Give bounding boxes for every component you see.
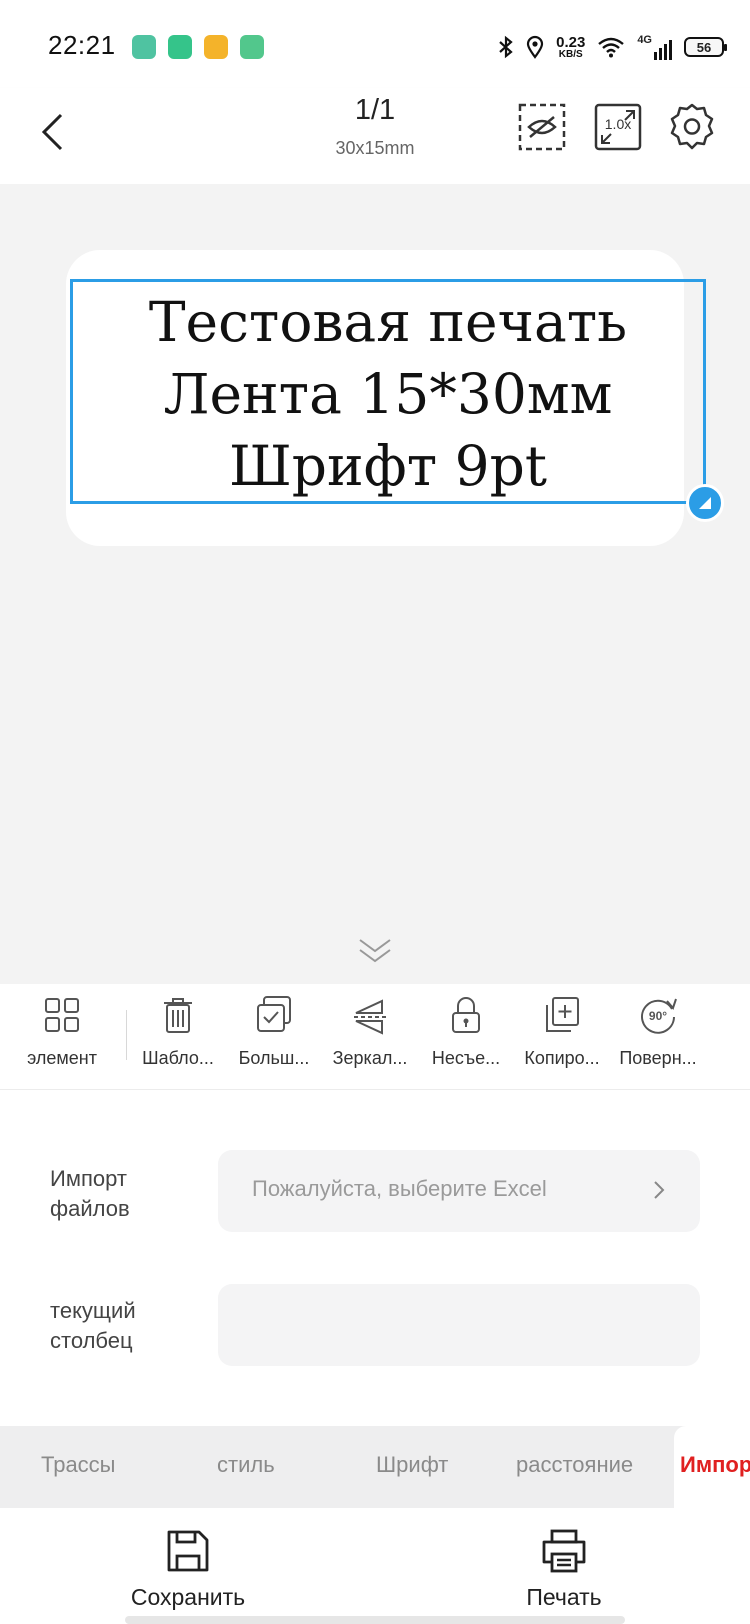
network-type: 4G — [637, 34, 652, 46]
floppy-disk-icon — [167, 1530, 209, 1572]
network-speed-value: 0.23 — [556, 33, 586, 51]
excel-select-placeholder: Пожалуйста, выберите Excel — [252, 1176, 547, 1201]
rotate-90-icon: 90° — [638, 992, 678, 1038]
print-button[interactable]: Печать — [506, 1528, 622, 1611]
battery-app-notification-icon — [240, 35, 264, 59]
network-speed-unit: KB/S — [558, 48, 583, 60]
element-toolbar: элемент Шабло... Больш... Зеркал... Несъ… — [0, 984, 750, 1090]
printer-icon — [542, 1529, 586, 1573]
status-indicators: 0.23 KB/S 4G 56 — [498, 30, 727, 64]
tool-label: элемент — [27, 1048, 97, 1068]
resize-handle[interactable] — [686, 484, 724, 522]
import-panel: Импорт файлов Пожалуйста, выберите Excel… — [0, 1090, 750, 1426]
battery-level: 56 — [696, 39, 712, 55]
label-line: Лента 15*30мм — [163, 362, 613, 426]
tab-spacing[interactable]: расстояние — [516, 1452, 633, 1478]
status-bar: 22:21 0.23 KB/S 4G 56 — [0, 0, 750, 88]
tool-label: Поверн... — [619, 1048, 697, 1068]
tools-notification-icon — [204, 35, 228, 59]
tab-import-label: Импор — [680, 1452, 750, 1477]
multi-select-icon — [254, 992, 294, 1038]
tool-lock[interactable]: Несъе... — [418, 992, 514, 1069]
gear-icon — [670, 103, 714, 150]
property-tabs: Трассы стиль Шрифт расстояние Импор — [0, 1426, 750, 1508]
trash-icon — [158, 992, 198, 1038]
save-button-label: Сохранить — [130, 1584, 246, 1610]
tool-label: Несъе... — [431, 1048, 501, 1068]
lock-icon — [446, 992, 486, 1038]
location-icon — [527, 35, 544, 59]
resize-icon — [699, 497, 711, 509]
home-indicator — [125, 1616, 625, 1624]
app-notification-icon — [132, 35, 156, 59]
tool-label: Зеркал... — [332, 1048, 408, 1068]
zoom-level: 1.0x — [604, 116, 632, 132]
copy-icon — [542, 992, 582, 1038]
tool-copy[interactable]: Копиро... — [514, 992, 610, 1069]
battery-indicator: 56 — [684, 37, 727, 57]
cell-signal-icon: 4G — [637, 34, 672, 60]
collapse-panel-button[interactable] — [355, 934, 395, 968]
status-time: 22:21 — [48, 30, 116, 60]
tool-label: Шабло... — [142, 1048, 214, 1068]
label-line: Шрифт 9pt — [229, 434, 547, 498]
bottom-action-bar: Сохранить Печать — [0, 1508, 750, 1624]
tool-mirror[interactable]: Зеркал... — [322, 992, 418, 1069]
eye-off-icon — [518, 103, 566, 151]
excel-select-field[interactable]: Пожалуйста, выберите Excel — [218, 1150, 700, 1232]
tab-font[interactable]: Шрифт — [376, 1452, 448, 1478]
tab-style[interactable]: стиль — [217, 1452, 275, 1478]
wifi-icon — [598, 37, 625, 58]
save-button[interactable]: Сохранить — [118, 1528, 258, 1611]
current-column-field[interactable] — [218, 1284, 700, 1366]
tool-delete[interactable]: Шабло... — [130, 992, 226, 1069]
print-button-label: Печать — [526, 1584, 602, 1610]
label-line: Тестовая печать — [148, 290, 628, 354]
bluetooth-icon — [499, 35, 513, 59]
toolbar-divider — [126, 1010, 127, 1060]
tool-rotate[interactable]: 90° Поверн... — [610, 992, 706, 1069]
label-text-element[interactable]: Тестовая печать Лента 15*30мм Шрифт 9pt — [70, 286, 706, 502]
tool-label: Больш... — [238, 1048, 310, 1068]
editor-header: 1/1 30x15mm 1.0x — [0, 88, 750, 184]
shield-notification-icon — [168, 35, 192, 59]
mirror-icon — [350, 992, 390, 1038]
current-column-label: текущий столбец — [50, 1298, 136, 1353]
app-root: 22:21 0.23 KB/S 4G 56 1/1 30x15mm 1.0x Т… — [0, 0, 750, 1624]
double-chevron-down-icon — [359, 939, 391, 963]
zoom-button[interactable]: 1.0x — [592, 101, 644, 153]
preview-toggle-button[interactable] — [516, 101, 568, 153]
chevron-right-icon — [654, 1181, 665, 1199]
import-files-label: Импорт файлов — [50, 1166, 130, 1221]
settings-button[interactable] — [666, 101, 718, 153]
tool-label: Копиро... — [524, 1048, 600, 1068]
tab-import[interactable]: Импор — [674, 1426, 750, 1508]
tool-multiselect[interactable]: Больш... — [226, 992, 322, 1069]
svg-text:90°: 90° — [649, 1009, 667, 1023]
tab-tracks[interactable]: Трассы — [41, 1452, 116, 1478]
grid-icon — [42, 992, 82, 1038]
network-speed: 0.23 KB/S — [556, 35, 585, 60]
tool-element[interactable]: элемент — [14, 992, 110, 1069]
label-canvas[interactable]: Тестовая печать Лента 15*30мм Шрифт 9pt — [0, 184, 750, 984]
